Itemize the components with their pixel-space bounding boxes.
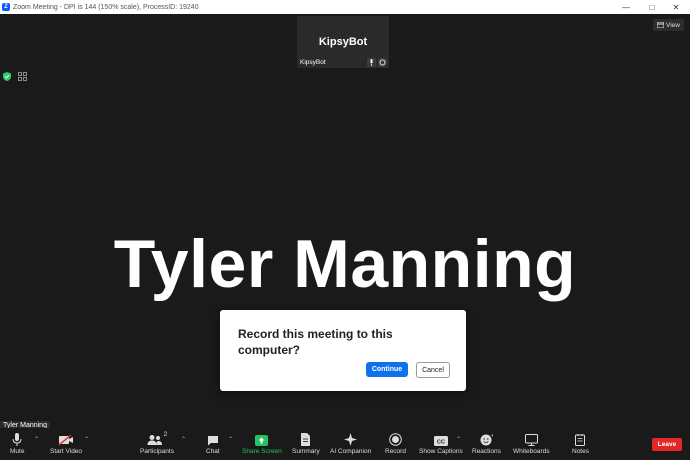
- video-options-chevron-icon[interactable]: ⌃: [84, 436, 89, 443]
- start-video-label: Start Video: [50, 448, 83, 455]
- start-video-button[interactable]: Start Video: [50, 431, 82, 455]
- ai-companion-button[interactable]: AI Companion: [330, 431, 371, 455]
- show-captions-button[interactable]: CC Show Captions: [419, 431, 463, 455]
- thumbnail-display-name: KipsyBot: [318, 36, 368, 48]
- leave-button[interactable]: Leave: [652, 438, 682, 451]
- chat-button[interactable]: Chat: [206, 431, 220, 455]
- svg-text:CC: CC: [437, 439, 445, 445]
- participant-thumbnail[interactable]: KipsyBot KipsyBot: [297, 16, 389, 68]
- chat-options-chevron-icon[interactable]: ⌃: [228, 436, 233, 443]
- record-icon: [389, 431, 402, 446]
- window-title: Zoom Meeting - DPI is 144 (150% scale), …: [13, 3, 199, 11]
- microphone-icon: [12, 431, 22, 446]
- share-screen-button[interactable]: Share Screen: [242, 431, 282, 455]
- security-shield-icon[interactable]: [3, 72, 11, 81]
- participants-button[interactable]: 2 Participants: [140, 431, 174, 455]
- whiteboard-icon: [524, 431, 538, 446]
- thumbnail-mic-icon: [367, 57, 376, 67]
- reactions-label: Reactions: [472, 448, 501, 455]
- captions-cc-icon: CC: [433, 431, 448, 446]
- view-button[interactable]: View: [653, 19, 684, 31]
- summary-label: Summary: [292, 448, 320, 455]
- show-captions-label: Show Captions: [419, 448, 463, 455]
- reactions-emoji-icon: +: [480, 431, 493, 446]
- active-speaker-name: Tyler Manning: [113, 226, 577, 302]
- minimize-button[interactable]: —: [612, 0, 640, 14]
- mute-options-chevron-icon[interactable]: ⌃: [34, 436, 39, 443]
- record-confirm-dialog: Record this meeting to this computer? Co…: [220, 310, 466, 391]
- reactions-button[interactable]: + Reactions: [472, 431, 501, 455]
- mute-button[interactable]: Mute: [10, 431, 24, 455]
- thumbnail-options-icon[interactable]: [378, 57, 387, 67]
- close-window-button[interactable]: ✕: [662, 0, 690, 14]
- view-label: View: [666, 21, 680, 29]
- notes-label: Notes: [572, 448, 589, 455]
- view-grid-icon: [657, 22, 665, 28]
- svg-text:+: +: [491, 433, 493, 439]
- meeting-toolbar: Mute ⌃ Start Video ⌃ 2 Participants ⌃ Ch…: [0, 428, 690, 460]
- thumbnail-footer: KipsyBot: [297, 56, 389, 68]
- participants-icon: 2: [147, 431, 168, 446]
- record-button[interactable]: Record: [385, 431, 406, 455]
- record-label: Record: [385, 448, 406, 455]
- thumbnail-name-label: KipsyBot: [300, 58, 326, 66]
- summary-button[interactable]: Summary: [292, 431, 320, 455]
- continue-button[interactable]: Continue: [366, 362, 408, 377]
- participants-count: 2: [163, 431, 168, 438]
- window-titlebar: Z Zoom Meeting - DPI is 144 (150% scale)…: [0, 0, 690, 14]
- video-off-icon: [58, 431, 74, 446]
- chat-icon: [207, 431, 219, 446]
- cancel-button[interactable]: Cancel: [416, 362, 450, 378]
- notes-button[interactable]: Notes: [572, 431, 589, 455]
- captions-options-chevron-icon[interactable]: ⌃: [456, 436, 461, 443]
- zoom-logo-icon: Z: [2, 3, 10, 11]
- summary-document-icon: [300, 431, 311, 446]
- ai-companion-label: AI Companion: [330, 448, 372, 455]
- participants-options-chevron-icon[interactable]: ⌃: [181, 436, 186, 443]
- participants-label: Participants: [140, 448, 174, 455]
- notes-icon: [575, 431, 586, 446]
- chat-label: Chat: [206, 448, 220, 455]
- meeting-info-grid-icon[interactable]: [18, 72, 27, 81]
- whiteboards-button[interactable]: Whiteboards: [513, 431, 550, 455]
- whiteboards-label: Whiteboards: [513, 448, 550, 455]
- share-screen-icon: [255, 431, 269, 446]
- mute-label: Mute: [10, 448, 25, 455]
- sparkle-icon: [344, 431, 358, 446]
- share-screen-label: Share Screen: [242, 448, 282, 455]
- dialog-message: Record this meeting to this computer?: [238, 327, 393, 357]
